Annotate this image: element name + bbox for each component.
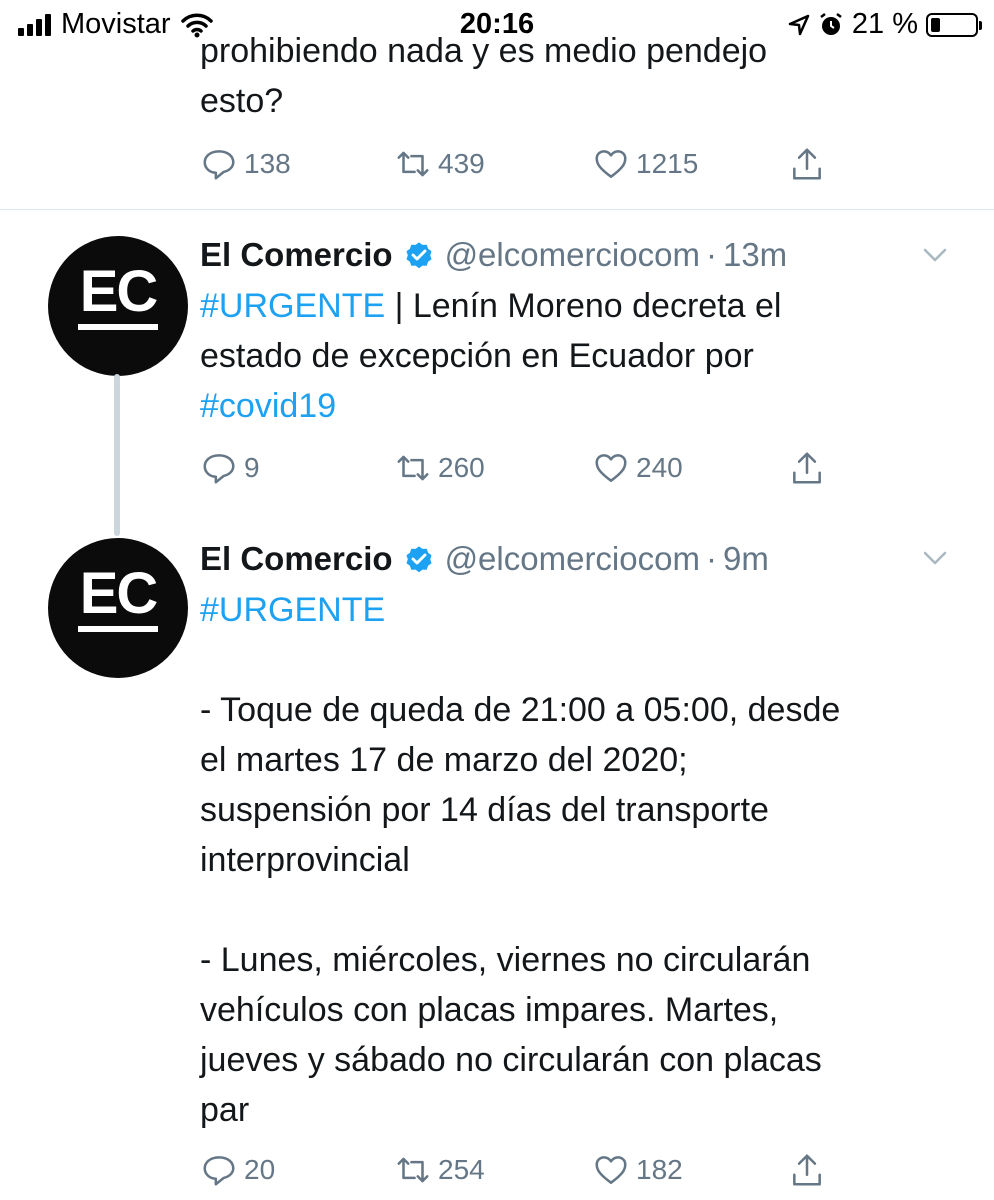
tweet-line: jueves y sábado no circularán con placas: [200, 1041, 822, 1079]
tweet-line: [200, 635, 970, 685]
hashtag-link[interactable]: #URGENTE: [200, 287, 385, 325]
tweet-text[interactable]: #URGENTE - Toque de queda de 21:00 a 05:…: [200, 585, 970, 1135]
like-button[interactable]: 240: [592, 446, 683, 490]
tweet-line: el martes 17 de marzo del 2020;: [200, 741, 688, 779]
tweet-line: #covid19: [200, 381, 970, 431]
retweet-button[interactable]: 260: [394, 446, 485, 490]
share-icon: [793, 1154, 821, 1186]
like-count: 1215: [636, 148, 699, 179]
share-icon: [793, 148, 821, 180]
share-button[interactable]: [788, 1148, 826, 1192]
reply-count: 20: [244, 1154, 276, 1185]
avatar-underline: [78, 324, 158, 330]
retweet-button[interactable]: 254: [394, 1148, 485, 1192]
tweet-header: El Comercio @elcomerciocom · 9m: [200, 537, 960, 581]
tweet-divider: [0, 209, 994, 210]
tweet-time[interactable]: 13m: [723, 236, 787, 274]
tweet-line: interprovincial: [200, 841, 410, 879]
reply-icon: [203, 150, 235, 180]
hashtag-link[interactable]: #URGENTE: [200, 591, 385, 629]
share-button[interactable]: [788, 142, 826, 186]
like-button[interactable]: 1215: [592, 142, 698, 186]
avatar-underline: [78, 626, 158, 632]
chevron-down-icon[interactable]: [920, 543, 950, 573]
retweet-icon: [397, 151, 429, 177]
thread-connector: [114, 374, 120, 536]
tweet-line: #URGENTE: [200, 585, 970, 635]
like-icon: [595, 150, 627, 178]
reply-icon: [203, 454, 235, 484]
tweet-actions: 138 439 1215: [200, 142, 840, 186]
tweet-line: estado de excepción en Ecuador por: [200, 337, 754, 375]
tweet-actions: 9 260 240: [200, 446, 840, 490]
retweet-count: 254: [438, 1154, 485, 1185]
reply-button[interactable]: 20: [200, 1148, 275, 1192]
author-handle[interactable]: @elcomerciocom: [445, 236, 700, 274]
avatar-text: EC: [79, 259, 159, 324]
like-icon: [595, 1156, 627, 1184]
tweet-actions: 20 254 182: [200, 1148, 840, 1192]
chevron-down-icon[interactable]: [920, 240, 950, 270]
like-button[interactable]: 182: [592, 1148, 683, 1192]
share-button[interactable]: [788, 446, 826, 490]
retweet-icon: [397, 455, 429, 481]
author-handle[interactable]: @elcomerciocom: [445, 540, 700, 578]
tweet-text-segment: | Lenín Moreno decreta el: [385, 287, 782, 325]
avatar[interactable]: EC: [48, 236, 188, 376]
tweet-line: suspensión por 14 días del transporte: [200, 791, 769, 829]
tweet-line: #URGENTE | Lenín Moreno decreta el: [200, 281, 970, 331]
time-separator: ·: [705, 236, 717, 273]
reply-count: 138: [244, 148, 291, 179]
tweet-line: [200, 885, 970, 935]
tweet-line: par: [200, 1091, 250, 1129]
avatar-text: EC: [79, 561, 159, 626]
reply-icon: [203, 1156, 235, 1186]
previous-tweet-text[interactable]: prohibiendo nada y es medio pendejo esto…: [200, 26, 960, 126]
retweet-icon: [397, 1157, 429, 1183]
tweet-text[interactable]: #URGENTE | Lenín Moreno decreta el estad…: [200, 281, 970, 431]
author-name[interactable]: El Comercio: [200, 236, 393, 274]
verified-icon: [406, 242, 432, 269]
previous-tweet-line: esto?: [200, 82, 284, 120]
tweet-line: vehículos con placas impares. Martes,: [200, 991, 779, 1029]
author-name[interactable]: El Comercio: [200, 540, 393, 578]
retweet-count: 260: [438, 452, 485, 483]
retweet-count: 439: [438, 148, 485, 179]
avatar[interactable]: EC: [48, 538, 188, 678]
verified-icon: [406, 546, 432, 573]
hashtag-link[interactable]: #covid19: [200, 387, 336, 425]
time-separator: ·: [705, 540, 717, 577]
retweet-button[interactable]: 439: [394, 142, 485, 186]
previous-tweet-line: prohibiendo nada y es medio pendejo: [200, 32, 768, 70]
share-icon: [793, 452, 821, 484]
tweet-time[interactable]: 9m: [723, 540, 769, 578]
reply-count: 9: [244, 452, 260, 483]
like-icon: [595, 454, 627, 482]
like-count: 182: [636, 1154, 683, 1185]
tweet-line: - Toque de queda de 21:00 a 05:00, desde: [200, 691, 841, 729]
like-count: 240: [636, 452, 683, 483]
tweet-line: - Lunes, miércoles, viernes no circulará…: [200, 941, 811, 979]
reply-button[interactable]: 9: [200, 446, 260, 490]
tweet-header: El Comercio @elcomerciocom · 13m: [200, 233, 960, 277]
reply-button[interactable]: 138: [200, 142, 291, 186]
